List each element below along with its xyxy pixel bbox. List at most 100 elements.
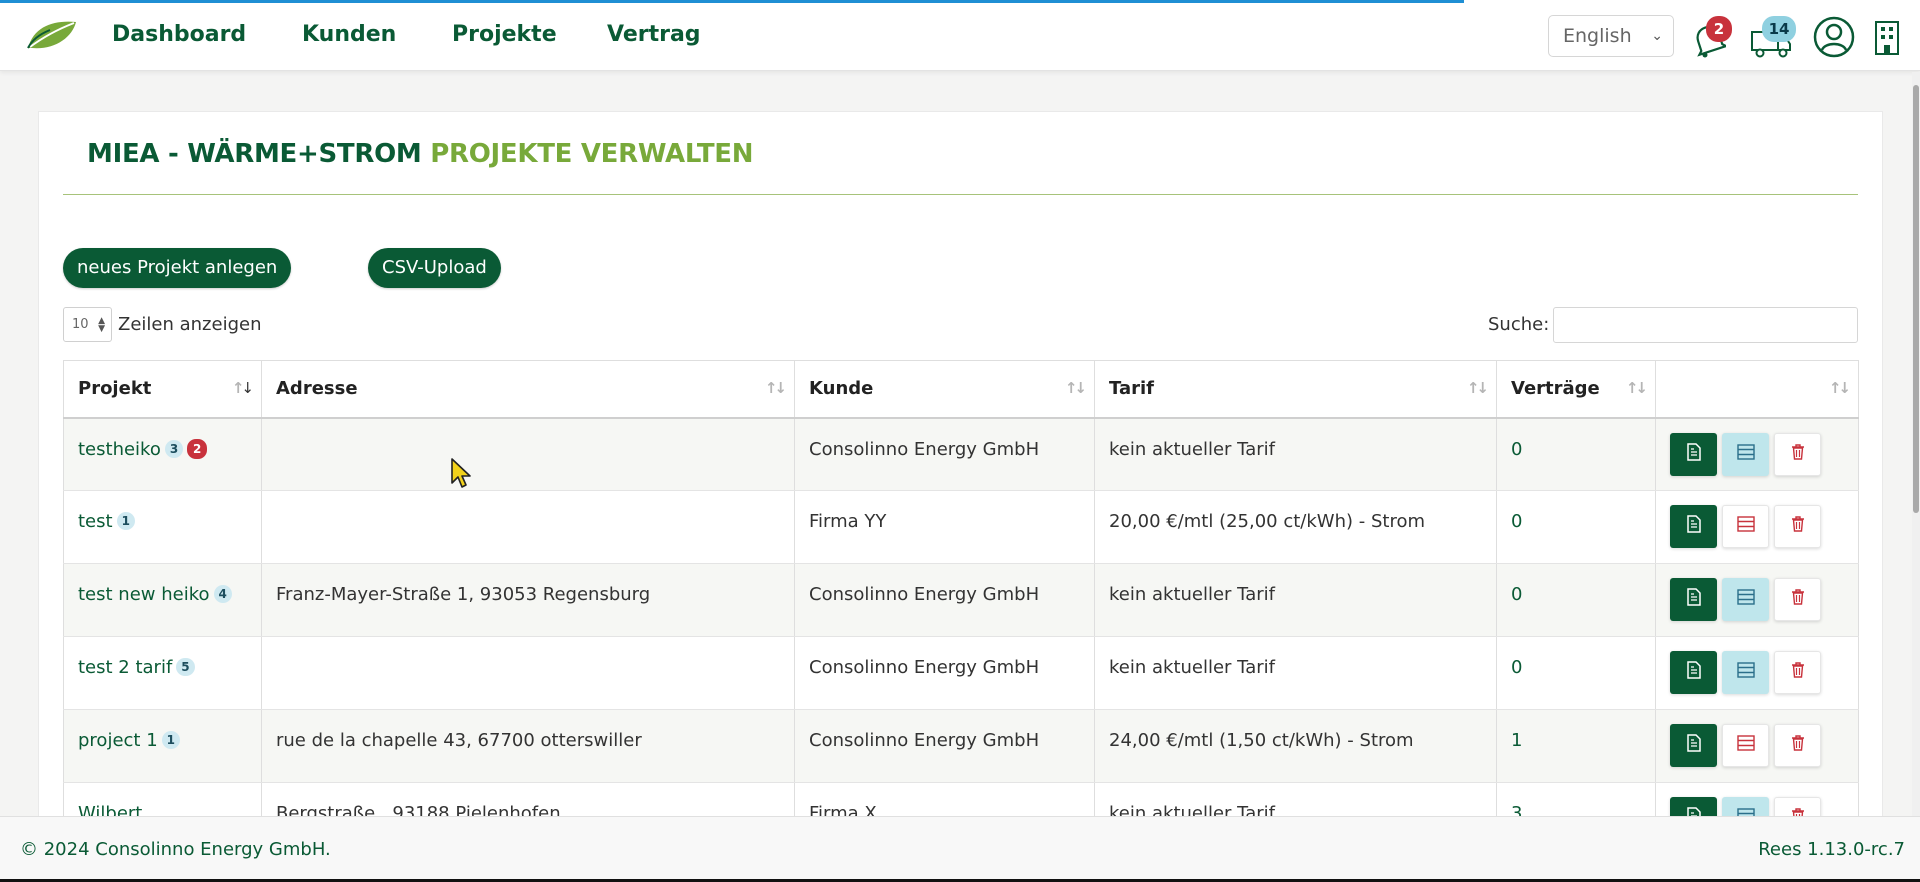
contracts-count[interactable]: 0 bbox=[1511, 511, 1522, 532]
nav-vertrag[interactable]: Vertrag bbox=[607, 22, 701, 47]
cell-projekt: testheiko 3 2 bbox=[63, 417, 262, 491]
table-row: test new heiko 4 Franz-Mayer-Straße 1, 930… bbox=[63, 563, 1859, 637]
messages-button[interactable]: 14 bbox=[1750, 16, 1798, 58]
trash-icon bbox=[1791, 662, 1805, 683]
cell-kunde: Consolinno Energy GmbH bbox=[794, 709, 1095, 783]
cell-kunde: Firma YY bbox=[794, 490, 1095, 564]
column-header-actions[interactable]: ↑↓ bbox=[1655, 360, 1859, 419]
page-title-part1: MIEA - WÄRME+STROM bbox=[87, 139, 422, 169]
search-input[interactable] bbox=[1553, 307, 1858, 343]
contracts-count[interactable]: 0 bbox=[1511, 657, 1522, 678]
list-button[interactable] bbox=[1722, 651, 1769, 694]
project-alert-badge: 2 bbox=[187, 438, 208, 459]
new-project-button[interactable]: neues Projekt anlegen bbox=[63, 248, 292, 288]
project-count-badge: 3 bbox=[164, 439, 184, 458]
list-icon bbox=[1736, 589, 1755, 610]
document-button[interactable] bbox=[1670, 651, 1717, 694]
delete-button[interactable] bbox=[1774, 578, 1821, 621]
cell-actions bbox=[1655, 709, 1859, 783]
list-icon bbox=[1736, 516, 1755, 537]
cell-tarif: 20,00 €/mtl (25,00 ct/kWh) - Strom bbox=[1094, 490, 1497, 564]
column-header-adresse[interactable]: Adresse ↑↓ bbox=[261, 360, 795, 419]
sort-icon: ↑↓ bbox=[764, 379, 787, 397]
notifications-button[interactable]: 2 bbox=[1692, 16, 1734, 58]
table-row: project 1 1 rue de la chapelle 43, 67700 o… bbox=[63, 709, 1859, 783]
cell-adresse: rue de la chapelle 43, 67700 otterswille… bbox=[261, 709, 795, 783]
list-button[interactable] bbox=[1722, 578, 1769, 621]
sort-icon: ↑↓ bbox=[1625, 379, 1648, 397]
language-select[interactable]: English ⌄ bbox=[1548, 15, 1674, 57]
table-header-row: Projekt ↑↓ Adresse ↑↓ Kunde ↑↓ Tarif ↑↓ Vert… bbox=[63, 360, 1859, 419]
list-button[interactable] bbox=[1722, 432, 1769, 476]
contracts-count[interactable]: 0 bbox=[1511, 584, 1522, 605]
messages-count-badge: 14 bbox=[1762, 16, 1796, 42]
mouse-cursor-icon bbox=[451, 458, 471, 488]
document-button[interactable] bbox=[1670, 505, 1717, 548]
cell-projekt: test 1 bbox=[63, 490, 262, 564]
cell-kunde: Consolinno Energy GmbH bbox=[794, 417, 1095, 491]
cell-projekt: test 2 tarif 5 bbox=[63, 636, 262, 710]
project-link[interactable]: project 1 bbox=[78, 730, 158, 751]
document-button[interactable] bbox=[1670, 578, 1717, 621]
list-icon bbox=[1736, 443, 1755, 465]
delete-button[interactable] bbox=[1774, 724, 1821, 767]
list-button[interactable] bbox=[1722, 505, 1769, 548]
sort-icon: ↑↓ bbox=[1466, 379, 1489, 397]
cell-adresse: Franz-Mayer-Straße 1, 93053 Regensburg bbox=[261, 563, 795, 637]
nav-projekte[interactable]: Projekte bbox=[452, 22, 557, 47]
cell-tarif: kein aktueller Tarif bbox=[1094, 636, 1497, 710]
project-link[interactable]: test 2 tarif bbox=[78, 657, 172, 678]
project-count-badge: 5 bbox=[176, 658, 195, 676]
document-button[interactable] bbox=[1670, 724, 1717, 767]
list-button[interactable] bbox=[1722, 724, 1769, 767]
project-link[interactable]: test new heiko bbox=[78, 584, 210, 605]
cell-adresse bbox=[261, 636, 795, 710]
title-divider bbox=[63, 194, 1858, 195]
user-profile-button[interactable] bbox=[1813, 16, 1855, 58]
page-scrollbar-thumb[interactable] bbox=[1913, 85, 1919, 513]
company-button[interactable] bbox=[1873, 16, 1903, 58]
project-link[interactable]: testheiko bbox=[78, 439, 161, 460]
document-icon bbox=[1686, 442, 1702, 466]
page-length-value: 10 bbox=[72, 317, 89, 332]
nav-kunden[interactable]: Kunden bbox=[302, 22, 396, 47]
cell-projekt: project 11 bbox=[63, 709, 262, 783]
cell-kunde: Consolinno Energy GmbH bbox=[794, 636, 1095, 710]
project-count-badge: 1 bbox=[161, 731, 181, 749]
cell-kunde: Consolinno Energy GmbH bbox=[794, 563, 1095, 637]
contracts-count[interactable]: 0 bbox=[1511, 439, 1522, 460]
page-footer: © 2024 Consolinno Energy GmbH. Rees 1.13… bbox=[0, 816, 1920, 882]
page-length-select[interactable]: 10 ▲ ▼ bbox=[63, 307, 112, 342]
contracts-count[interactable]: 1 bbox=[1511, 730, 1522, 751]
page-title-part2: PROJEKTE VERWALTEN bbox=[430, 139, 754, 169]
cell-vertraege: 0 bbox=[1496, 490, 1656, 564]
projects-table: Projekt ↑↓ Adresse ↑↓ Kunde ↑↓ Tarif ↑↓ Vert… bbox=[63, 360, 1859, 856]
project-link[interactable]: test bbox=[78, 511, 113, 532]
sort-icon: ↑↓ bbox=[1828, 379, 1851, 397]
project-count-badge: 1 bbox=[116, 512, 135, 530]
sort-icon: ↑↓ bbox=[231, 379, 254, 397]
document-button[interactable] bbox=[1670, 432, 1717, 476]
leaf-logo-icon[interactable] bbox=[24, 18, 78, 52]
document-icon bbox=[1686, 515, 1702, 538]
delete-button[interactable] bbox=[1774, 505, 1821, 548]
search-label: Suche: bbox=[1488, 314, 1550, 335]
column-header-vertraege[interactable]: Verträge ↑↓ bbox=[1496, 360, 1656, 419]
column-header-kunde[interactable]: Kunde ↑↓ bbox=[794, 360, 1095, 419]
cell-projekt: test new heiko 4 bbox=[63, 563, 262, 637]
cell-actions bbox=[1655, 417, 1859, 491]
cell-tarif: 24,00 €/mtl (1,50 ct/kWh) - Strom bbox=[1094, 709, 1497, 783]
table-row: testheiko 3 2 Consolinno Energy GmbH kein ak… bbox=[63, 417, 1859, 491]
cell-adresse bbox=[261, 490, 795, 564]
table-row: test 1 Firma YY 20,00 €/mtl (25,00 ct/kWh) … bbox=[63, 490, 1859, 564]
cell-vertraege: 0 bbox=[1496, 417, 1656, 491]
column-header-projekt[interactable]: Projekt ↑↓ bbox=[63, 360, 262, 419]
delete-button[interactable] bbox=[1774, 432, 1821, 476]
cell-vertraege: 1 bbox=[1496, 709, 1656, 783]
top-navbar: Dashboard Kunden Projekte Vertrag Englis… bbox=[0, 0, 1920, 71]
column-header-tarif[interactable]: Tarif ↑↓ bbox=[1094, 360, 1497, 419]
nav-dashboard[interactable]: Dashboard bbox=[112, 22, 246, 47]
cell-vertraege: 0 bbox=[1496, 563, 1656, 637]
delete-button[interactable] bbox=[1774, 651, 1821, 694]
csv-upload-button[interactable]: CSV-Upload bbox=[368, 248, 501, 288]
